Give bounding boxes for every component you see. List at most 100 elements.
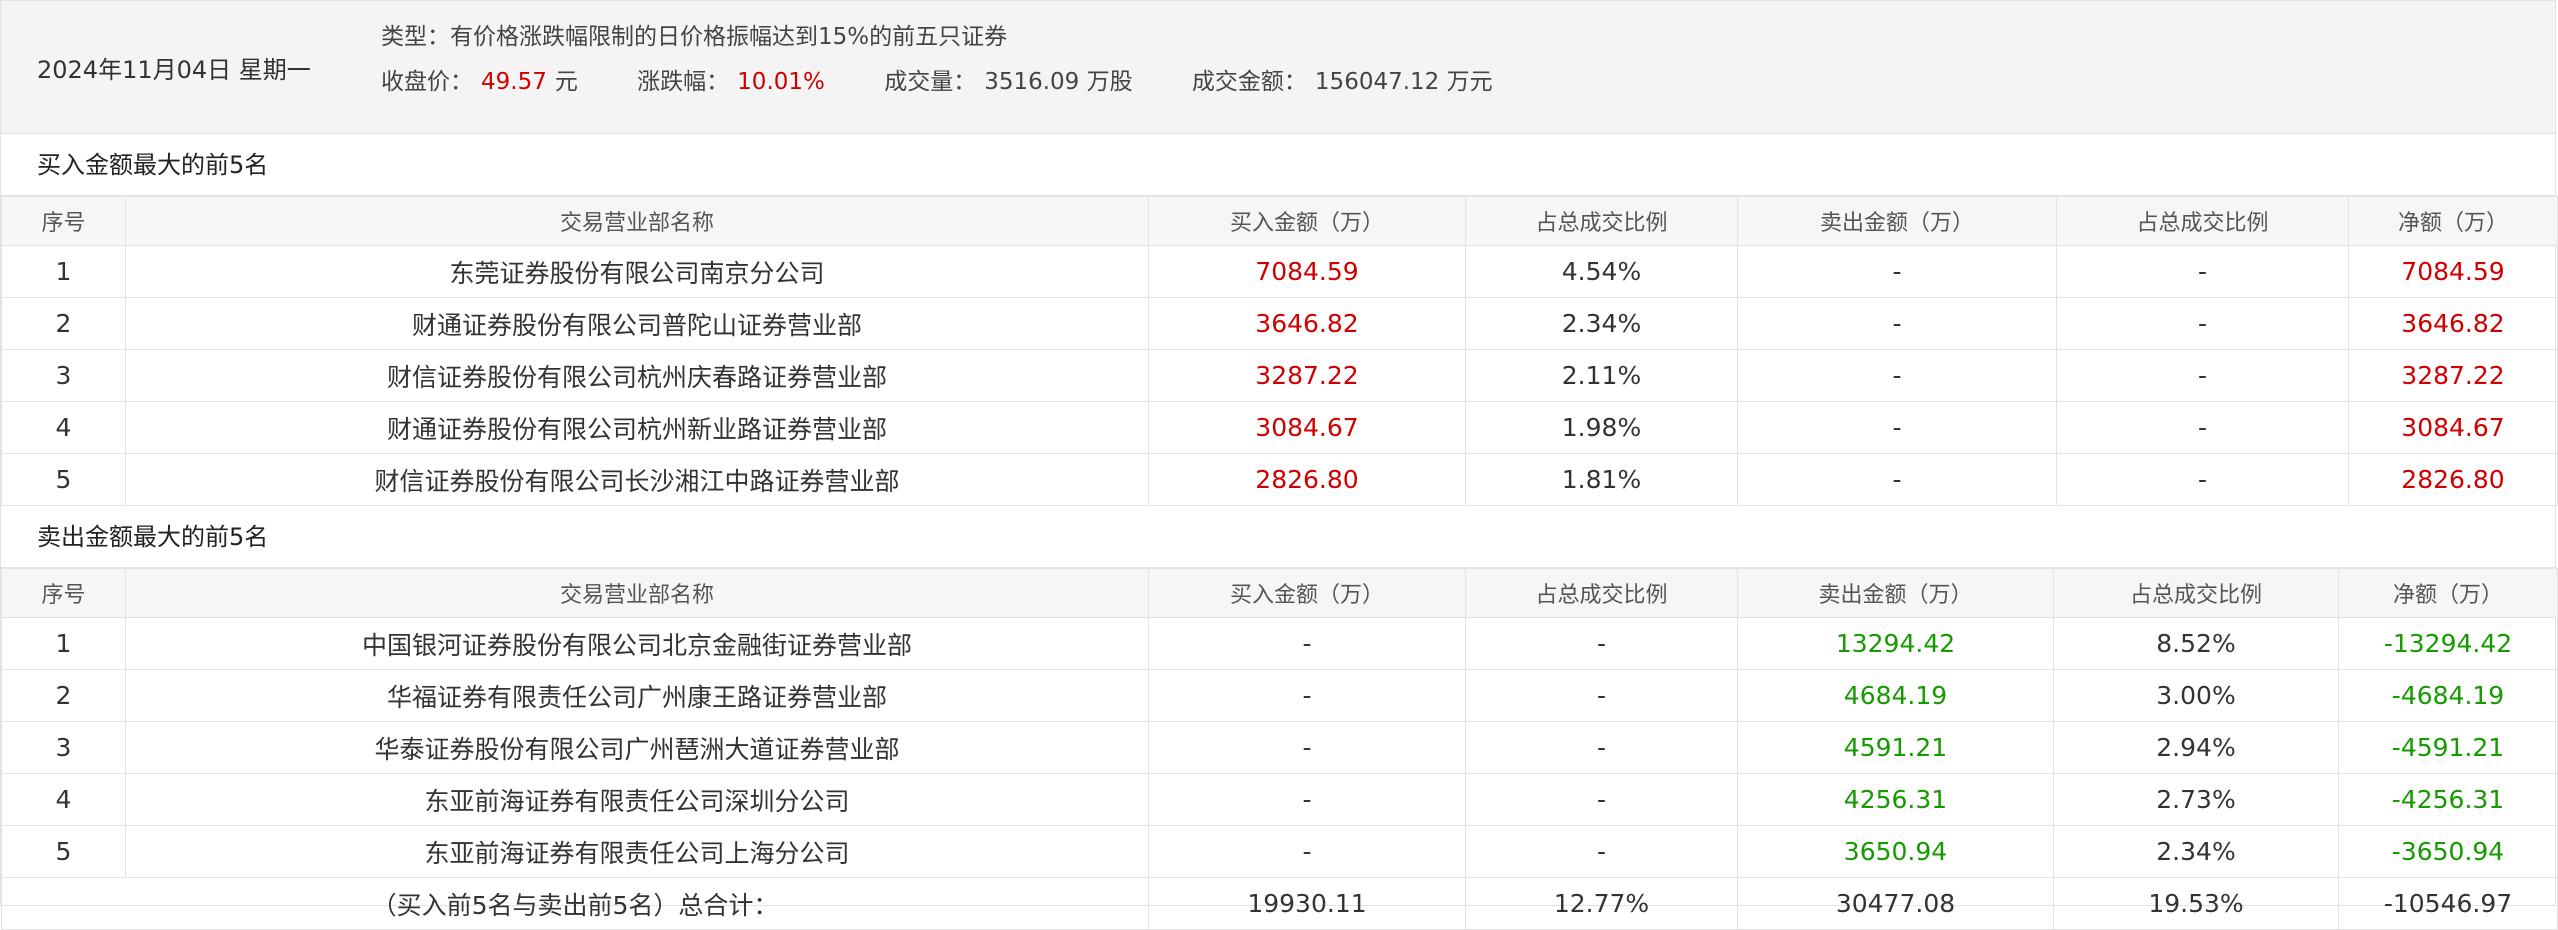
row-buy: 7084.59	[1148, 245, 1466, 298]
row-sell-ratio: 3.00%	[2053, 669, 2339, 722]
row-buy-ratio: -	[1465, 721, 1738, 774]
table-row: 3 财信证券股份有限公司杭州庆春路证券营业部 3287.22 2.11% - -…	[1, 349, 2558, 402]
row-buy-ratio: 2.11%	[1465, 349, 1738, 402]
col-buy: 买入金额（万）	[1148, 568, 1466, 618]
row-sell-ratio: 2.73%	[2053, 773, 2339, 826]
row-sell: 3650.94	[1737, 825, 2054, 878]
row-net: -4256.31	[2338, 773, 2558, 826]
total-sell-ratio: 19.53%	[2053, 877, 2339, 930]
type-label: 类型：	[381, 24, 450, 50]
row-sell: 4684.19	[1737, 669, 2054, 722]
table-row: 5 财信证券股份有限公司长沙湘江中路证券营业部 2826.80 1.81% - …	[1, 453, 2558, 506]
row-no: 4	[1, 773, 126, 826]
row-sell-ratio: -	[2056, 245, 2349, 298]
total-label: （买入前5名与卖出前5名）总合计：	[1, 877, 1149, 930]
row-buy-ratio: -	[1465, 669, 1738, 722]
summary-info: 类型：有价格涨跌幅限制的日价格振幅达到15%的前五只证券 收盘价： 49.57 元 …	[345, 1, 1501, 133]
table-row: 1 东莞证券股份有限公司南京分公司 7084.59 4.54% - - 7084…	[1, 245, 2558, 298]
row-name: 东莞证券股份有限公司南京分公司	[125, 245, 1149, 298]
quote-line: 收盘价： 49.57 元 涨跌幅： 10.01% 成交量： 3516.09 万股 成交金…	[381, 61, 1501, 103]
row-buy: -	[1148, 773, 1466, 826]
col-name: 交易营业部名称	[125, 568, 1149, 618]
total-buy-ratio: 12.77%	[1465, 877, 1738, 930]
row-net: 3287.22	[2348, 349, 2558, 402]
row-buy-ratio: 2.34%	[1465, 297, 1738, 350]
total-row: （买入前5名与卖出前5名）总合计： 19930.11 12.77% 30477.…	[1, 877, 2558, 930]
buy-section-title: 买入金额最大的前5名	[1, 134, 2555, 196]
summary-header: 2024年11月04日 星期一 类型：有价格涨跌幅限制的日价格振幅达到15%的前…	[1, 1, 2555, 134]
table-row: 2 财通证券股份有限公司普陀山证券营业部 3646.82 2.34% - - 3…	[1, 297, 2558, 350]
row-buy: 3646.82	[1148, 297, 1466, 350]
row-buy: 3084.67	[1148, 401, 1466, 454]
change-value: 10.01%	[737, 69, 825, 95]
row-no: 5	[1, 825, 126, 878]
row-buy-ratio: -	[1465, 773, 1738, 826]
row-no: 2	[1, 669, 126, 722]
row-net: -13294.42	[2338, 617, 2558, 670]
total-buy: 19930.11	[1148, 877, 1466, 930]
row-name: 东亚前海证券有限责任公司深圳分公司	[125, 773, 1149, 826]
row-no: 4	[1, 401, 126, 454]
table-row: 4 财通证券股份有限公司杭州新业路证券营业部 3084.67 1.98% - -…	[1, 401, 2558, 454]
row-sell-ratio: -	[2056, 453, 2349, 506]
total-net: -10546.97	[2338, 877, 2558, 930]
table-row: 4 东亚前海证券有限责任公司深圳分公司 - - 4256.31 2.73% -4…	[1, 773, 2558, 826]
row-buy-ratio: 4.54%	[1465, 245, 1738, 298]
buy-table: 序号 交易营业部名称 买入金额（万） 占总成交比例 卖出金额（万） 占总成交比例…	[1, 196, 2558, 506]
type-value: 有价格涨跌幅限制的日价格振幅达到15%的前五只证券	[450, 24, 1008, 50]
row-sell-ratio: 8.52%	[2053, 617, 2339, 670]
row-name: 东亚前海证券有限责任公司上海分公司	[125, 825, 1149, 878]
row-sell: -	[1737, 349, 2057, 402]
type-line: 类型：有价格涨跌幅限制的日价格振幅达到15%的前五只证券	[381, 17, 1501, 57]
row-sell-ratio: -	[2056, 297, 2349, 350]
row-buy: -	[1148, 617, 1466, 670]
row-sell-ratio: 2.94%	[2053, 721, 2339, 774]
row-buy: -	[1148, 825, 1466, 878]
close-unit: 元	[554, 69, 578, 95]
row-no: 3	[1, 349, 126, 402]
row-sell: -	[1737, 245, 2057, 298]
row-sell: -	[1737, 297, 2057, 350]
row-buy: -	[1148, 669, 1466, 722]
lhb-panel: 2024年11月04日 星期一 类型：有价格涨跌幅限制的日价格振幅达到15%的前…	[0, 0, 2558, 930]
sell-table-header: 序号 交易营业部名称 买入金额（万） 占总成交比例 卖出金额（万） 占总成交比例…	[1, 568, 2558, 618]
row-net: 2826.80	[2348, 453, 2558, 506]
row-no: 5	[1, 453, 126, 506]
row-name: 财通证券股份有限公司普陀山证券营业部	[125, 297, 1149, 350]
col-net: 净额（万）	[2348, 196, 2558, 246]
trade-date: 2024年11月04日 星期一	[37, 55, 311, 84]
col-net: 净额（万）	[2338, 568, 2558, 618]
row-name: 财通证券股份有限公司杭州新业路证券营业部	[125, 401, 1149, 454]
row-sell-ratio: -	[2056, 349, 2349, 402]
row-sell: -	[1737, 401, 2057, 454]
total-sell: 30477.08	[1737, 877, 2054, 930]
row-name: 财信证券股份有限公司长沙湘江中路证券营业部	[125, 453, 1149, 506]
buy-table-header: 序号 交易营业部名称 买入金额（万） 占总成交比例 卖出金额（万） 占总成交比例…	[1, 196, 2558, 246]
col-buy-ratio: 占总成交比例	[1465, 196, 1738, 246]
row-no: 1	[1, 617, 126, 670]
col-name: 交易营业部名称	[125, 196, 1149, 246]
row-no: 2	[1, 297, 126, 350]
col-buy: 买入金额（万）	[1148, 196, 1466, 246]
sell-table: 序号 交易营业部名称 买入金额（万） 占总成交比例 卖出金额（万） 占总成交比例…	[1, 568, 2558, 930]
close-label: 收盘价：	[381, 69, 473, 95]
row-sell-ratio: -	[2056, 401, 2349, 454]
row-sell: 4591.21	[1737, 721, 2054, 774]
col-sell: 卖出金额（万）	[1737, 196, 2057, 246]
row-sell: 13294.42	[1737, 617, 2054, 670]
row-net: -4684.19	[2338, 669, 2558, 722]
row-sell: -	[1737, 453, 2057, 506]
row-net: -3650.94	[2338, 825, 2558, 878]
change-label: 涨跌幅：	[637, 69, 730, 95]
row-buy-ratio: 1.81%	[1465, 453, 1738, 506]
col-no: 序号	[1, 196, 126, 246]
table-row: 5 东亚前海证券有限责任公司上海分公司 - - 3650.94 2.34% -3…	[1, 825, 2558, 878]
sell-section-title: 卖出金额最大的前5名	[1, 506, 2555, 568]
row-net: 7084.59	[2348, 245, 2558, 298]
row-buy: -	[1148, 721, 1466, 774]
row-net: 3084.67	[2348, 401, 2558, 454]
table-row: 3 华泰证券股份有限公司广州琶洲大道证券营业部 - - 4591.21 2.94…	[1, 721, 2558, 774]
volume-value: 3516.09 万股	[984, 69, 1133, 95]
close-value: 49.57	[481, 69, 547, 95]
col-buy-ratio: 占总成交比例	[1465, 568, 1738, 618]
